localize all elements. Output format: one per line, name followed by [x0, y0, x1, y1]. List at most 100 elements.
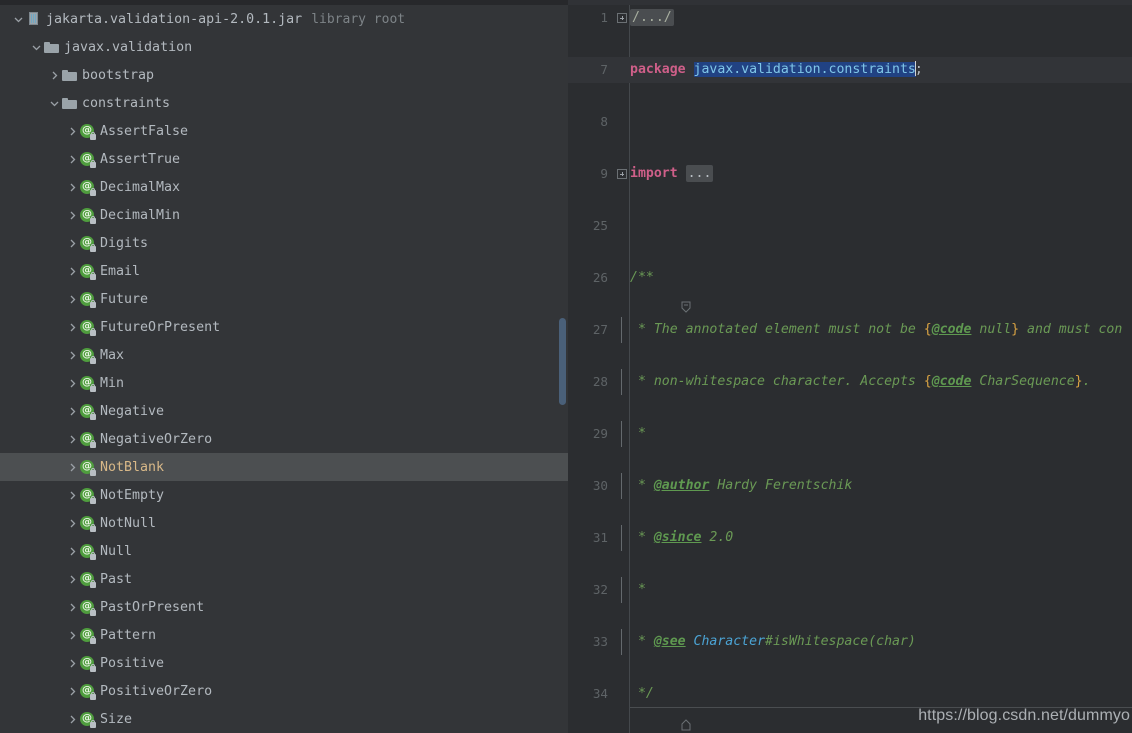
fold-region-end-icon[interactable]: [617, 689, 691, 731]
code-line[interactable]: 8: [568, 109, 1132, 135]
tree-row[interactable]: @ AssertFalse: [0, 117, 568, 145]
code-line[interactable]: 31 * @since 2.0: [568, 525, 1132, 551]
tree-row[interactable]: @ Max: [0, 341, 568, 369]
tree-row[interactable]: constraints: [0, 89, 568, 117]
chevron-right-icon[interactable]: [66, 349, 79, 362]
tree-row[interactable]: @ DecimalMin: [0, 201, 568, 229]
code-line[interactable]: 32 *: [568, 577, 1132, 603]
chevron-right-icon[interactable]: [66, 713, 79, 726]
jar-icon: [25, 11, 42, 27]
code-line[interactable]: 26 /**: [568, 265, 1132, 313]
line-number: 25: [592, 218, 608, 233]
chevron-down-icon[interactable]: [30, 41, 43, 54]
tree-row[interactable]: @ FutureOrPresent: [0, 313, 568, 341]
javadoc-code-value: null: [971, 322, 1012, 337]
chevron-right-icon[interactable]: [66, 685, 79, 698]
code-line[interactable]: 30 * @author Hardy Ferentschik: [568, 473, 1132, 499]
javadoc-brace-close: }: [1011, 322, 1020, 337]
tree-row[interactable]: @ PositiveOrZero: [0, 677, 568, 705]
selected-package-name[interactable]: javax.validation.constraints: [693, 62, 916, 77]
chevron-right-icon[interactable]: [66, 209, 79, 222]
tree-row[interactable]: @ Pattern: [0, 621, 568, 649]
tree-row[interactable]: @ Email: [0, 257, 568, 285]
fold-collapse-icon[interactable]: [617, 271, 691, 313]
chevron-right-icon[interactable]: [66, 489, 79, 502]
chevron-right-icon[interactable]: [66, 125, 79, 138]
tree-row[interactable]: @ DecimalMax: [0, 173, 568, 201]
chevron-right-icon[interactable]: [66, 293, 79, 306]
chevron-down-icon[interactable]: [12, 13, 25, 26]
tree-row[interactable]: @ AssertTrue: [0, 145, 568, 173]
tree-row[interactable]: @ Digits: [0, 229, 568, 257]
tree-row[interactable]: @ NotEmpty: [0, 481, 568, 509]
annotation-icon: @: [79, 571, 96, 588]
annotation-icon: @: [79, 123, 96, 140]
chevron-right-icon[interactable]: [66, 153, 79, 166]
annotation-icon: @: [79, 655, 96, 672]
fold-region-line: [621, 525, 622, 551]
chevron-right-icon[interactable]: [48, 69, 61, 82]
annotation-icon: @: [79, 375, 96, 392]
tree-row[interactable]: javax.validation: [0, 33, 568, 61]
javadoc-code-value: CharSequence: [971, 374, 1075, 389]
chevron-right-icon[interactable]: [66, 265, 79, 278]
project-tree-panel[interactable]: jakarta.validation-api-2.0.1.jar library …: [0, 5, 568, 733]
tree-row[interactable]: @ PastOrPresent: [0, 593, 568, 621]
chevron-right-icon[interactable]: [66, 573, 79, 586]
code-line[interactable]: 33 * @see Character#isWhitespace(char): [568, 629, 1132, 655]
chevron-down-icon[interactable]: [48, 97, 61, 110]
code-editor[interactable]: 1 /.../ 7 package javax.validation.const…: [568, 5, 1132, 733]
code-line[interactable]: 27 * The annotated element must not be {…: [568, 317, 1132, 343]
folded-comment-placeholder[interactable]: /.../: [630, 9, 674, 26]
tree-row[interactable]: @ Negative: [0, 397, 568, 425]
line-number: 8: [600, 114, 608, 129]
tree-row[interactable]: @ NegativeOrZero: [0, 425, 568, 453]
code-line[interactable]: 29 *: [568, 421, 1132, 447]
chevron-right-icon[interactable]: [66, 237, 79, 250]
chevron-right-icon[interactable]: [66, 517, 79, 530]
tree-item-label: Email: [100, 263, 141, 279]
tree-row[interactable]: bootstrap: [0, 61, 568, 89]
chevron-right-icon[interactable]: [66, 405, 79, 418]
tree-item-label: javax.validation: [64, 39, 193, 55]
fold-region-line: [621, 629, 622, 655]
chevron-right-icon[interactable]: [66, 321, 79, 334]
tree-row[interactable]: @ Future: [0, 285, 568, 313]
code-line[interactable]: 9 import ...: [568, 161, 1132, 187]
annotation-icon: @: [79, 627, 96, 644]
tree-row[interactable]: jakarta.validation-api-2.0.1.jar library …: [0, 5, 568, 33]
chevron-right-icon[interactable]: [66, 181, 79, 194]
annotation-icon: @: [79, 683, 96, 700]
fold-expand-icon[interactable]: [617, 13, 627, 23]
chevron-right-icon[interactable]: [66, 461, 79, 474]
code-text: * @since 2.0: [630, 525, 733, 551]
tree-row[interactable]: @ Size: [0, 705, 568, 733]
code-text: *: [630, 421, 646, 447]
tree-item-label: DecimalMin: [100, 207, 181, 223]
line-number: 7: [600, 62, 608, 77]
code-line[interactable]: 1 /.../: [568, 5, 1132, 31]
chevron-right-icon[interactable]: [66, 377, 79, 390]
tree-row[interactable]: @ Past: [0, 565, 568, 593]
chevron-right-icon[interactable]: [66, 657, 79, 670]
chevron-right-icon[interactable]: [66, 629, 79, 642]
fold-expand-icon[interactable]: [617, 169, 627, 179]
tree-item-label: PastOrPresent: [100, 599, 205, 615]
chevron-right-icon[interactable]: [66, 545, 79, 558]
chevron-right-icon[interactable]: [66, 433, 79, 446]
chevron-right-icon[interactable]: [66, 601, 79, 614]
code-line[interactable]: 25: [568, 213, 1132, 239]
line-number: 1: [600, 10, 608, 25]
code-line-current[interactable]: 7 package javax.validation.constraints;: [568, 57, 1132, 83]
folded-imports-placeholder[interactable]: ...: [685, 165, 714, 182]
tree-row[interactable]: @ NotNull: [0, 509, 568, 537]
javadoc-text-cont: .: [1082, 374, 1091, 389]
tree-row[interactable]: @ Null: [0, 537, 568, 565]
tree-row[interactable]: @ Min: [0, 369, 568, 397]
tree-row[interactable]: @ Positive: [0, 649, 568, 677]
project-tree-scrollbar[interactable]: [559, 318, 566, 405]
code-line[interactable]: 28 * non-whitespace character. Accepts {…: [568, 369, 1132, 395]
tree-row-selected[interactable]: @ NotBlank: [0, 453, 568, 481]
code-line[interactable]: 34 */: [568, 681, 1132, 731]
annotation-icon: @: [79, 543, 96, 560]
